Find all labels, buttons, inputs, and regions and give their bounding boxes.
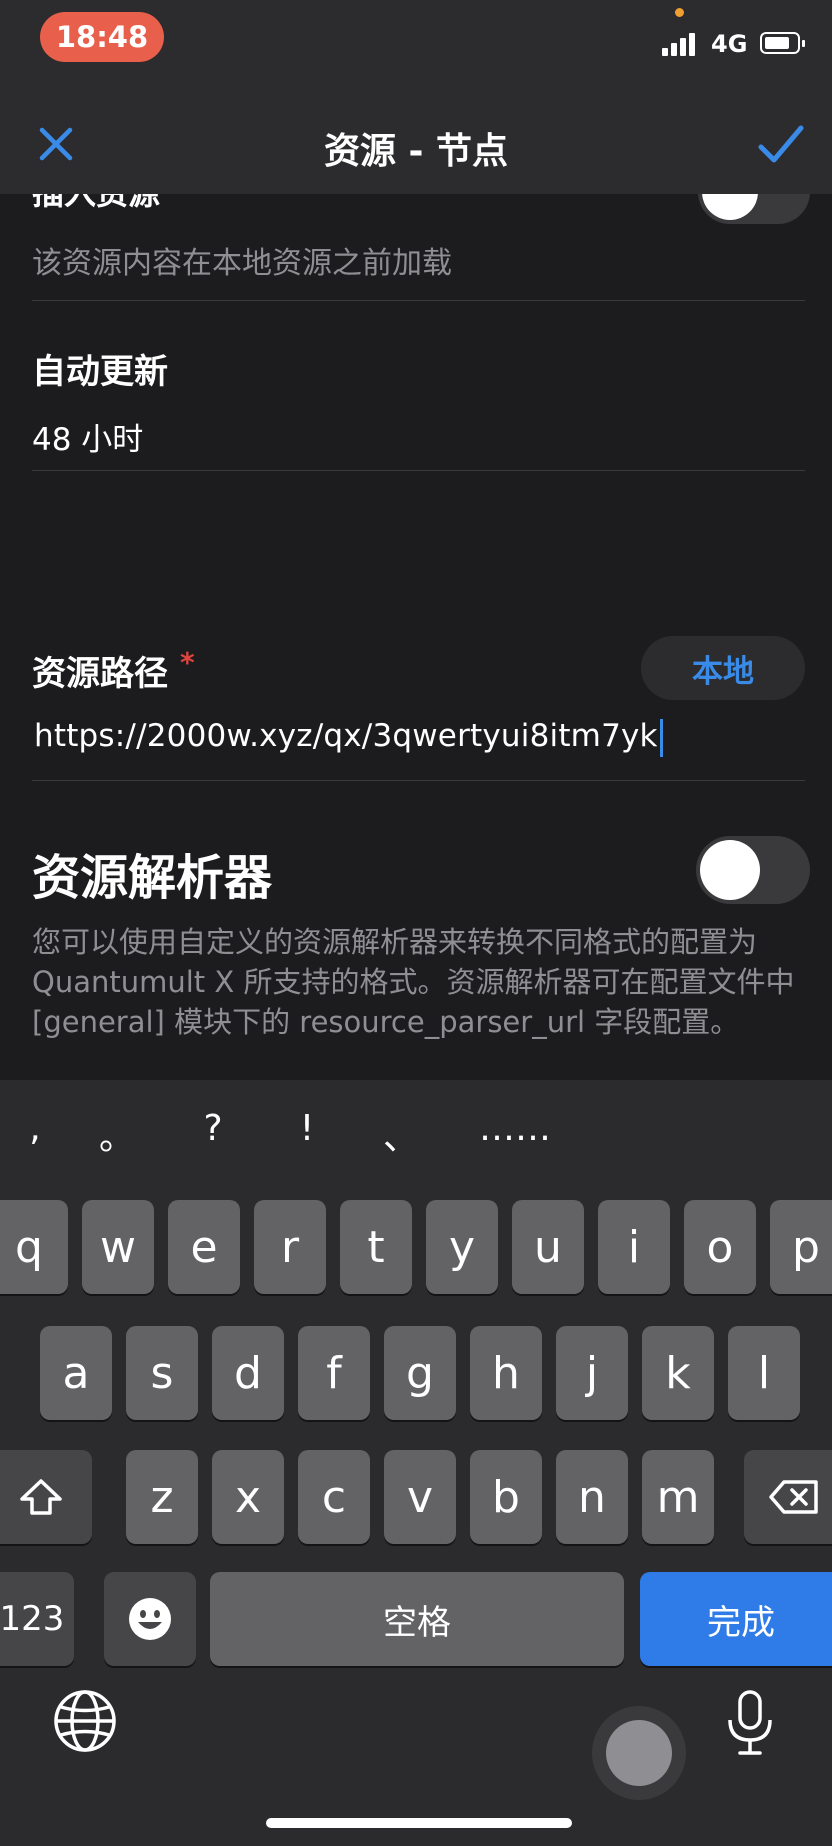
divider <box>32 470 805 471</box>
key-c[interactable]: c <box>298 1450 370 1544</box>
backspace-icon <box>769 1480 818 1514</box>
status-time: 18:48 <box>40 12 164 62</box>
auto-update-value[interactable]: 48 小时 <box>32 414 143 459</box>
emoji-icon <box>129 1598 171 1640</box>
punct-key[interactable]: 、 <box>376 1108 426 1158</box>
key-f[interactable]: f <box>298 1326 370 1420</box>
required-mark: * <box>180 646 195 679</box>
home-indicator <box>266 1818 572 1828</box>
punct-key[interactable]: , <box>10 1108 60 1158</box>
prepend-resource-title: 插入资源 <box>32 194 160 214</box>
key-w[interactable]: w <box>82 1200 154 1294</box>
key-a[interactable]: a <box>40 1326 112 1420</box>
key-o[interactable]: o <box>684 1200 756 1294</box>
navigation-bar: 资源 - 节点 <box>0 100 832 194</box>
key-s[interactable]: s <box>126 1326 198 1420</box>
assistive-touch-button[interactable] <box>592 1706 686 1800</box>
key-u[interactable]: u <box>512 1200 584 1294</box>
done-key[interactable]: 完成 <box>640 1572 832 1666</box>
settings-form: 插入资源 该资源内容在本地资源之前加载 自动更新 48 小时 资源路径* 本地 … <box>0 194 832 1080</box>
key-z[interactable]: z <box>126 1450 198 1544</box>
microphone-icon[interactable] <box>722 1688 778 1758</box>
key-t[interactable]: t <box>340 1200 412 1294</box>
key-e[interactable]: e <box>168 1200 240 1294</box>
battery-icon <box>760 32 805 54</box>
resource-path-label: 资源路径 * <box>32 646 195 694</box>
key-j[interactable]: j <box>556 1326 628 1420</box>
numbers-key[interactable]: 123 <box>0 1572 74 1666</box>
key-l[interactable]: l <box>728 1326 800 1420</box>
key-m[interactable]: m <box>642 1450 714 1544</box>
resource-parser-description: 您可以使用自定义的资源解析器来转换不同格式的配置为 Quantumult X 所… <box>32 925 795 1039</box>
divider <box>32 780 805 781</box>
key-y[interactable]: y <box>426 1200 498 1294</box>
globe-icon[interactable] <box>52 1688 118 1754</box>
punct-key[interactable]: …… <box>470 1108 560 1158</box>
checkmark-icon[interactable] <box>756 122 806 168</box>
key-q[interactable]: q <box>0 1200 68 1294</box>
prepend-resource-toggle[interactable] <box>698 194 810 224</box>
key-x[interactable]: x <box>212 1450 284 1544</box>
text-caret <box>659 718 663 757</box>
key-h[interactable]: h <box>470 1326 542 1420</box>
shift-arrow-icon <box>20 1479 62 1515</box>
local-button[interactable]: 本地 <box>641 636 805 700</box>
key-i[interactable]: i <box>598 1200 670 1294</box>
key-b[interactable]: b <box>470 1450 542 1544</box>
punct-key[interactable]: ? <box>188 1108 238 1158</box>
key-r[interactable]: r <box>254 1200 326 1294</box>
punct-key[interactable]: ! <box>282 1108 332 1158</box>
privacy-indicator-dot <box>675 8 684 17</box>
resource-url-input[interactable]: https://2000w.xyz/qx/3qwertyui8itm7yk <box>34 718 663 757</box>
resource-parser-title: 资源解析器 <box>32 850 273 906</box>
key-k[interactable]: k <box>642 1326 714 1420</box>
key-n[interactable]: n <box>556 1450 628 1544</box>
signal-icon <box>662 32 695 56</box>
key-g[interactable]: g <box>384 1326 456 1420</box>
space-key[interactable]: 空格 <box>210 1572 624 1666</box>
network-type: 4G <box>711 30 748 58</box>
resource-parser-toggle[interactable] <box>696 836 810 904</box>
delete-key[interactable] <box>744 1450 832 1544</box>
shift-key[interactable] <box>0 1450 92 1544</box>
divider <box>32 300 805 301</box>
punct-key[interactable]: 。 <box>92 1108 142 1158</box>
key-v[interactable]: v <box>384 1450 456 1544</box>
prepend-resource-description: 该资源内容在本地资源之前加载 <box>32 246 452 281</box>
key-d[interactable]: d <box>212 1326 284 1420</box>
emoji-key[interactable] <box>104 1572 196 1666</box>
status-bar: 18:48 4G <box>0 0 832 100</box>
page-title: 资源 - 节点 <box>323 131 508 172</box>
key-p[interactable]: p <box>770 1200 832 1294</box>
auto-update-label: 自动更新 <box>32 352 168 392</box>
